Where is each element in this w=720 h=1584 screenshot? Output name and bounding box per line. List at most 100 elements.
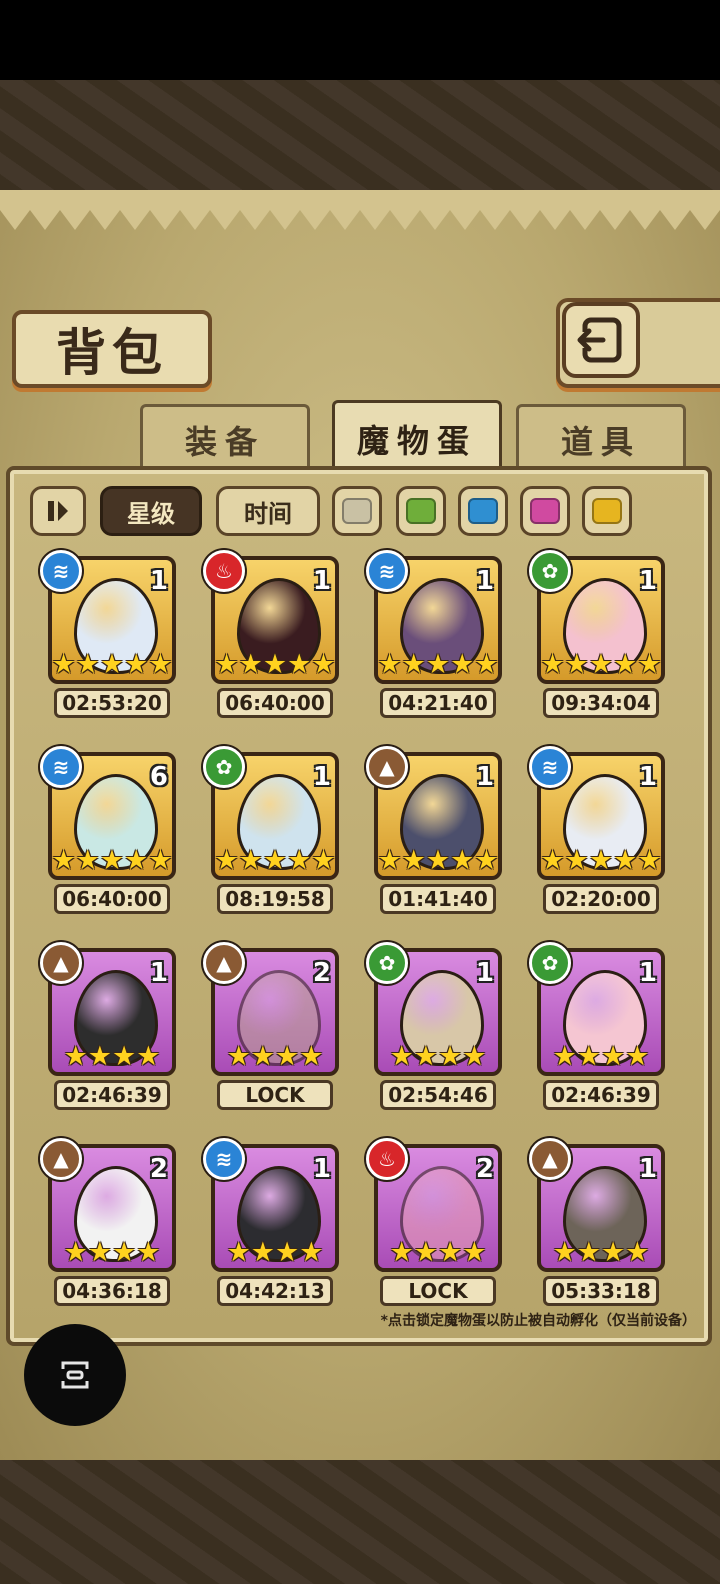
- star-rating: ★ ★ ★ ★: [217, 1238, 333, 1268]
- star-icon: ★: [637, 649, 662, 680]
- hatch-timer: 02:54:46: [380, 1080, 496, 1110]
- star-icon: ★: [51, 845, 76, 876]
- earth-element-icon: ▲: [40, 942, 82, 984]
- egg-card[interactable]: 1 ✿ ★ ★ ★ ★ ★ 09:34:04: [529, 550, 665, 720]
- star-icon: ★: [462, 1237, 487, 1268]
- filter-all-button[interactable]: [332, 486, 382, 536]
- grass-element-icon: ✿: [366, 942, 408, 984]
- egg-card[interactable]: 1 ✿ ★ ★ ★ ★ ★ 08:19:58: [203, 746, 339, 916]
- star-icon: ★: [112, 1041, 137, 1072]
- star-icon: ★: [262, 845, 288, 876]
- filter-bar: 星级 时间: [30, 486, 690, 538]
- tab-monster-eggs[interactable]: 魔物蛋: [332, 400, 502, 474]
- sort-by-stars-button[interactable]: 星级: [100, 486, 202, 536]
- egg-card[interactable]: 1 ≋ ★ ★ ★ ★ ★ 02:20:00: [529, 746, 665, 916]
- star-icon: ★: [136, 1041, 161, 1072]
- egg-card[interactable]: 6 ≋ ★ ★ ★ ★ ★ 06:40:00: [40, 746, 176, 916]
- star-icon: ★: [124, 845, 149, 876]
- lock-label: LOCK: [380, 1276, 496, 1306]
- egg-count: 1: [149, 566, 168, 596]
- page-title: 背包: [56, 324, 168, 382]
- star-rating: ★ ★ ★ ★: [543, 1042, 659, 1072]
- star-icon: ★: [474, 845, 499, 876]
- egg-count: 1: [312, 566, 331, 596]
- earth-element-icon: ▲: [366, 746, 408, 788]
- star-rating: ★ ★ ★ ★ ★: [540, 845, 661, 876]
- star-icon: ★: [275, 1041, 300, 1072]
- star-icon: ★: [250, 1041, 275, 1072]
- water-element-icon: ≋: [40, 746, 82, 788]
- egg-card[interactable]: 1 ▲ ★ ★ ★ ★ 05:33:18: [529, 1138, 665, 1308]
- star-icon: ★: [51, 649, 76, 680]
- star-icon: ★: [75, 649, 100, 680]
- star-icon: ★: [625, 1041, 650, 1072]
- star-icon: ★: [552, 1041, 577, 1072]
- star-icon: ★: [299, 1041, 324, 1072]
- star-icon: ★: [540, 845, 565, 876]
- egg-count: 1: [312, 762, 331, 792]
- earth-element-icon: ▲: [203, 942, 245, 984]
- back-button[interactable]: [562, 302, 640, 378]
- sort-by-time-button[interactable]: 时间: [216, 486, 320, 536]
- hatch-timer: 04:21:40: [380, 688, 496, 718]
- earth-element-icon: ▲: [40, 1138, 82, 1180]
- star-icon: ★: [601, 1041, 626, 1072]
- egg-count: 1: [312, 1154, 331, 1184]
- egg-card[interactable]: 2 ▲ ★ ★ ★ ★ 04:36:18: [40, 1138, 176, 1308]
- egg-count: 1: [475, 762, 494, 792]
- star-icon: ★: [238, 649, 263, 680]
- egg-count: 6: [149, 762, 168, 792]
- star-rating: ★ ★ ★ ★: [543, 1238, 659, 1268]
- floating-screenshot-button[interactable]: [24, 1324, 126, 1426]
- screen-capture-icon: [61, 1361, 89, 1389]
- star-rating: ★ ★ ★ ★: [217, 1042, 333, 1072]
- star-icon: ★: [287, 845, 312, 876]
- hatch-timer: 06:40:00: [54, 884, 170, 914]
- hatch-timer: 02:53:20: [54, 688, 170, 718]
- star-icon: ★: [214, 649, 239, 680]
- star-rating: ★ ★ ★ ★: [54, 1238, 170, 1268]
- star-rating: ★ ★ ★ ★ ★: [51, 649, 172, 680]
- filter-light-button[interactable]: [582, 486, 632, 536]
- egg-card[interactable]: 1 ✿ ★ ★ ★ ★ 02:46:39: [529, 942, 665, 1112]
- hatch-timer: 02:46:39: [543, 1080, 659, 1110]
- star-icon: ★: [438, 1237, 463, 1268]
- filter-magic-button[interactable]: [520, 486, 570, 536]
- tab-items[interactable]: 道具: [516, 404, 686, 472]
- egg-count: 1: [638, 762, 657, 792]
- sort-toggle-button[interactable]: [30, 486, 86, 536]
- egg-card[interactable]: 2 ▲ ★ ★ ★ ★ LOCK: [203, 942, 339, 1112]
- star-rating: ★ ★ ★ ★: [380, 1042, 496, 1072]
- star-icon: ★: [377, 649, 402, 680]
- grass-element-icon: ✿: [529, 550, 571, 592]
- star-icon: ★: [75, 845, 100, 876]
- star-icon: ★: [87, 1041, 112, 1072]
- egg-card[interactable]: 1 ✿ ★ ★ ★ ★ 02:54:46: [366, 942, 502, 1112]
- tab-equipment[interactable]: 装备: [140, 404, 310, 472]
- swatch-blue: [468, 498, 498, 524]
- star-rating: ★ ★ ★ ★ ★: [214, 845, 335, 876]
- egg-card[interactable]: 1 ▲ ★ ★ ★ ★ ★ 01:41:40: [366, 746, 502, 916]
- egg-card[interactable]: 1 ≋ ★ ★ ★ ★ ★ 04:21:40: [366, 550, 502, 720]
- star-icon: ★: [613, 649, 638, 680]
- star-icon: ★: [413, 1041, 438, 1072]
- lock-hint-note: *点击锁定魔物蛋以防止被自动孵化（仅当前设备）: [380, 1313, 696, 1329]
- hatch-timer: 08:19:58: [217, 884, 333, 914]
- filter-grass-button[interactable]: [396, 486, 446, 536]
- egg-card[interactable]: 1 ♨ ★ ★ ★ ★ ★ 06:40:00: [203, 550, 339, 720]
- egg-count: 1: [638, 1154, 657, 1184]
- star-icon: ★: [401, 649, 426, 680]
- egg-card[interactable]: 1 ≋ ★ ★ ★ ★ ★ 02:53:20: [40, 550, 176, 720]
- star-icon: ★: [226, 1041, 251, 1072]
- star-rating: ★ ★ ★ ★ ★: [377, 845, 499, 876]
- star-icon: ★: [540, 649, 565, 680]
- map-background-top: [0, 80, 720, 200]
- hatch-timer: 02:46:39: [54, 1080, 170, 1110]
- star-icon: ★: [564, 649, 589, 680]
- star-icon: ★: [148, 845, 173, 876]
- egg-card[interactable]: 2 ♨ ★ ★ ★ ★ LOCK: [366, 1138, 502, 1308]
- filter-water-button[interactable]: [458, 486, 508, 536]
- star-rating: ★ ★ ★ ★: [54, 1042, 170, 1072]
- egg-card[interactable]: 1 ≋ ★ ★ ★ ★ 04:42:13: [203, 1138, 339, 1308]
- egg-card[interactable]: 1 ▲ ★ ★ ★ ★ 02:46:39: [40, 942, 176, 1112]
